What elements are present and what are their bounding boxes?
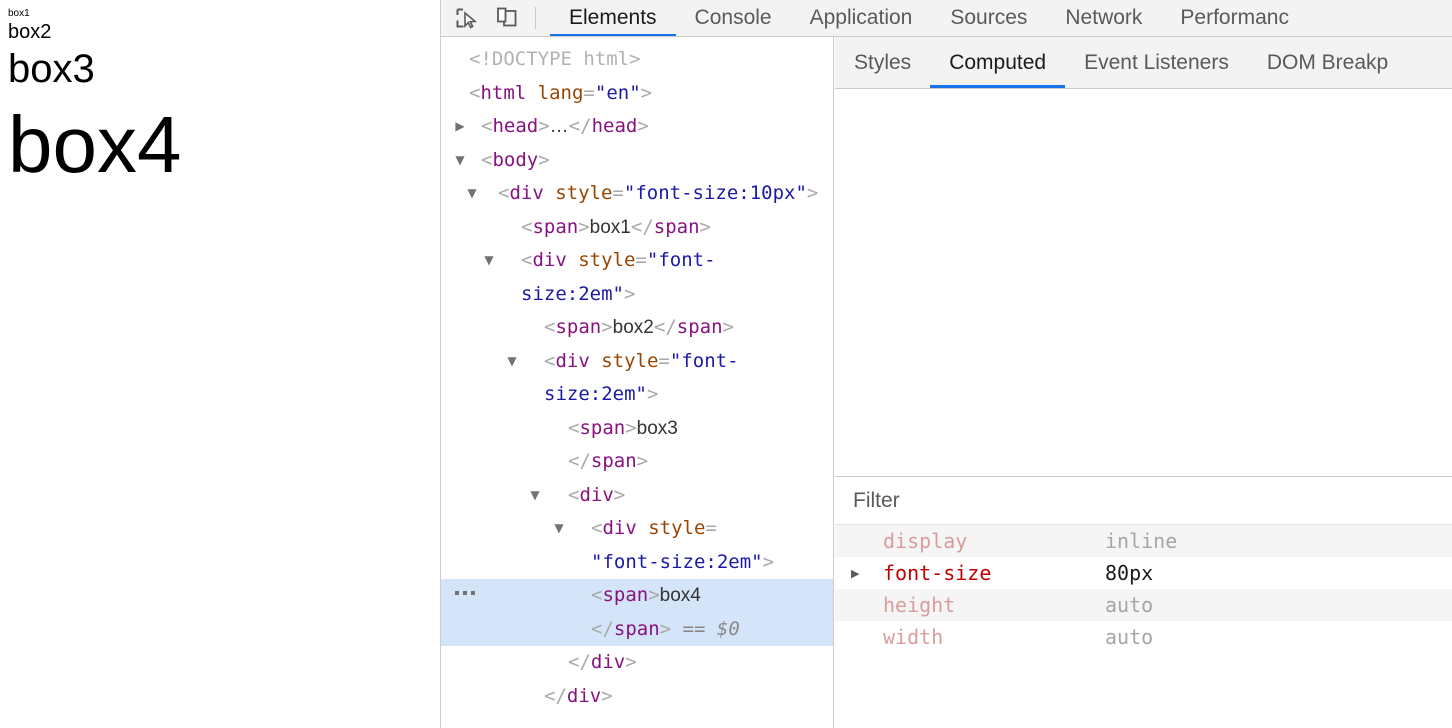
tab-application[interactable]: Application: [791, 0, 932, 36]
collapse-triangle-icon[interactable]: ▼: [453, 144, 467, 178]
computed-property-value: auto: [1105, 625, 1154, 649]
page-viewport: box1 box2 box3 box4: [0, 0, 440, 728]
dom-node-markup: <span>box4 </span> == $0: [591, 584, 740, 640]
dom-node-row[interactable]: ▼ <div style= "font-size:2em">: [441, 512, 833, 579]
dom-node-row[interactable]: <!DOCTYPE html>: [441, 43, 833, 77]
dom-node-row[interactable]: </div>: [441, 680, 833, 714]
dom-node-row[interactable]: ▼ <div style="font-size:2em">: [441, 345, 833, 412]
computed-property-row[interactable]: ▶ font-size 80px: [835, 557, 1452, 589]
dom-node-row[interactable]: <span>box2</span>: [441, 311, 833, 345]
dom-node-markup: <div style= "font-size:2em">: [591, 517, 775, 573]
tab-styles[interactable]: Styles: [835, 37, 930, 88]
dom-node-row[interactable]: ▶ <head>…</head>: [441, 110, 833, 144]
collapse-triangle-icon[interactable]: ▼: [505, 345, 519, 379]
dom-node-markup: <!DOCTYPE html>: [469, 48, 641, 70]
computed-property-row[interactable]: width auto: [835, 621, 1452, 653]
computed-property-value: auto: [1105, 593, 1154, 617]
computed-property-name: width: [883, 625, 944, 649]
expand-triangle-icon[interactable]: ▶: [851, 567, 859, 580]
dom-node-row[interactable]: ▼ <div>: [441, 479, 833, 513]
dom-node-row[interactable]: </div>: [441, 646, 833, 680]
dom-node-row[interactable]: ▼ <body>: [441, 144, 833, 178]
computed-property-name: height: [883, 593, 956, 617]
dom-node-markup: <html lang="en">: [469, 81, 653, 104]
computed-property-row[interactable]: display inline: [835, 525, 1452, 557]
dom-node-row[interactable]: <span>box3 </span>: [441, 412, 833, 479]
computed-property-name: font-size: [883, 561, 992, 585]
device-toolbar-icon[interactable]: [493, 5, 519, 31]
tab-network[interactable]: Network: [1046, 0, 1161, 36]
rendered-box4: box4: [8, 99, 182, 189]
tab-computed[interactable]: Computed: [930, 37, 1065, 88]
devtools-panel: Elements Console Application Sources Net…: [440, 0, 1452, 728]
collapse-triangle-icon[interactable]: ▼: [552, 512, 566, 546]
computed-property-value: inline: [1105, 529, 1178, 553]
collapse-triangle-icon[interactable]: ▼: [528, 479, 542, 513]
tab-event-listeners[interactable]: Event Listeners: [1065, 37, 1248, 88]
rendered-box2: box2: [8, 20, 52, 43]
devtools-tab-strip: Elements Console Application Sources Net…: [550, 0, 1452, 36]
styles-sidebar: Styles Computed Event Listeners DOM Brea…: [835, 37, 1452, 728]
rendered-box1: box1: [8, 8, 30, 19]
computed-filter-bar: [835, 477, 1452, 525]
dom-node-markup: <span>box1</span>: [521, 215, 711, 238]
computed-property-row[interactable]: height auto: [835, 589, 1452, 621]
dom-node-markup: <div style="font-size:2em">: [544, 349, 739, 406]
dom-node-row[interactable]: ▼ <div style="font-size:10px">: [441, 177, 833, 211]
expand-ellipsis-icon[interactable]: [455, 591, 475, 595]
dom-node-row[interactable]: <html lang="en">: [441, 77, 833, 111]
devtools-toolbar: Elements Console Application Sources Net…: [441, 0, 1452, 37]
computed-property-name: display: [883, 529, 968, 553]
toolbar-divider: [535, 7, 536, 29]
dom-node-row-selected[interactable]: <span>box4 </span> == $0: [441, 579, 833, 646]
dom-node-markup: <div>: [568, 483, 626, 506]
computed-property-value: 80px: [1105, 561, 1154, 585]
dom-node-markup: <div style="font-size:2em">: [521, 249, 716, 305]
dom-node-row[interactable]: ▼ <div style="font-size:2em">: [441, 244, 833, 311]
tab-dom-breakpoints[interactable]: DOM Breakp: [1248, 37, 1407, 88]
collapse-triangle-icon[interactable]: ▼: [465, 177, 479, 211]
tab-console[interactable]: Console: [676, 0, 791, 36]
dom-node-markup: </div>: [544, 684, 613, 707]
expand-triangle-icon[interactable]: ▶: [453, 110, 467, 144]
sidebar-tab-strip: Styles Computed Event Listeners DOM Brea…: [835, 37, 1452, 89]
computed-properties-list: display inline ▶ font-size 80px height auto wid…: [835, 525, 1452, 653]
rendered-box3: box3: [8, 47, 95, 92]
dom-tree[interactable]: <!DOCTYPE html> <html lang="en"> ▶ <head>…<…: [441, 37, 834, 728]
dom-node-markup: <body>: [481, 148, 550, 171]
dom-node-markup: <div style="font-size:10px">: [498, 182, 819, 204]
dom-node-row[interactable]: <span>box1</span>: [441, 211, 833, 245]
dom-node-markup: </div>: [568, 651, 637, 673]
computed-box-model-area: [835, 89, 1452, 477]
tab-sources[interactable]: Sources: [931, 0, 1046, 36]
tab-performance[interactable]: Performanc: [1161, 0, 1308, 36]
dom-node-markup: <span>box2</span>: [544, 316, 734, 338]
collapse-triangle-icon[interactable]: ▼: [482, 244, 496, 278]
filter-input[interactable]: [853, 488, 1435, 513]
dom-node-markup: <head>…</head>: [481, 115, 649, 137]
inspect-element-icon[interactable]: [453, 5, 479, 31]
tab-elements[interactable]: Elements: [550, 0, 676, 36]
dom-node-markup: <span>box3 </span>: [568, 416, 678, 473]
toolbar-icon-group: [441, 0, 550, 36]
